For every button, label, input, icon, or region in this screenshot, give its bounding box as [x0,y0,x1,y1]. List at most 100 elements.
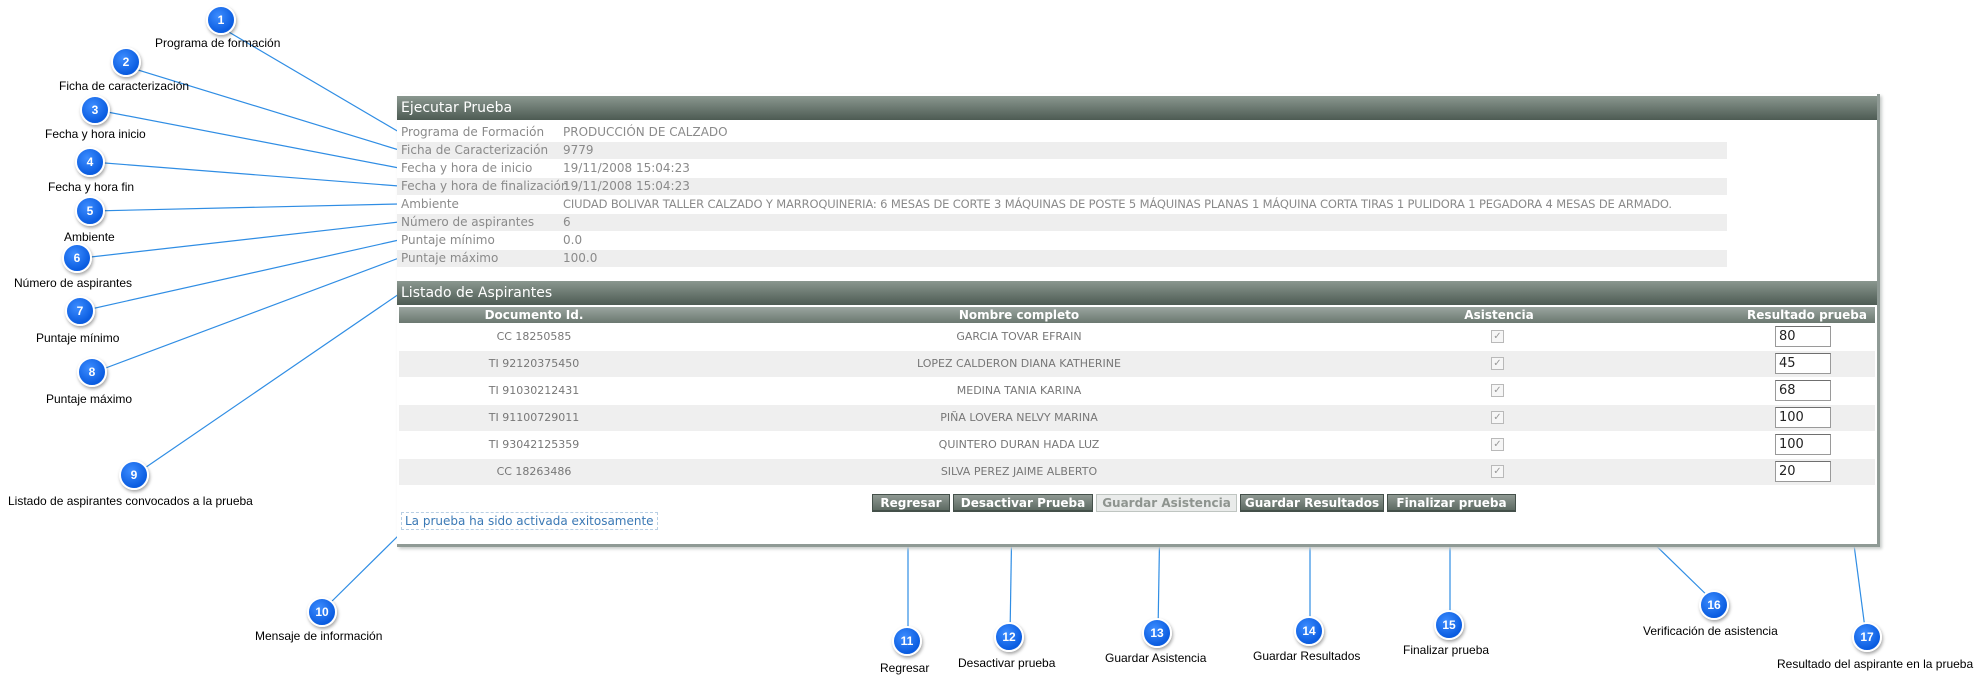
callout-badge-16: 16 [1699,590,1729,620]
info-row-fecha-fin: Fecha y hora de finalización 19/11/2008 … [397,178,1727,195]
info-value: 19/11/2008 15:04:23 [563,161,690,175]
callout-badge-3: 3 [80,95,110,125]
info-row-ficha: Ficha de Caracterización 9779 [397,142,1727,159]
ejecutar-prueba-panel: Ejecutar Prueba Programa de Formación PR… [397,94,1880,547]
save-results-button[interactable]: Guardar Resultados [1240,494,1384,512]
callout-badge-15: 15 [1434,610,1464,640]
callout-badge-1: 1 [206,5,236,35]
info-value: 9779 [563,143,594,157]
leader-line-5 [91,203,400,212]
table-row: TI 92120375450 LOPEZ CALDERON DIANA KATH… [399,351,1875,377]
callout-badge-12: 12 [994,622,1024,652]
callout-label-15: Finalizar prueba [1403,643,1490,657]
table-row: TI 91100729011 PIÑA LOVERA NELVY MARINA … [399,405,1875,431]
info-label: Ficha de Caracterización [401,143,549,157]
info-row-programa: Programa de Formación PRODUCCIÓN DE CALZ… [397,124,1727,141]
info-row-puntaje-minimo: Puntaje mínimo 0.0 [397,232,1727,249]
callout-label-1: Programa de formación [155,36,281,50]
callout-label-12: Desactivar prueba [958,656,1056,670]
score-input[interactable]: 20 [1775,461,1831,482]
score-input[interactable]: 68 [1775,380,1831,401]
column-header-documento: Documento Id. [484,308,584,322]
callout-badge-5: 5 [75,196,105,226]
column-header-nombre: Nombre completo [958,308,1080,322]
info-row-ambiente: Ambiente CIUDAD BOLIVAR TALLER CALZADO Y… [397,196,1727,213]
callout-label-11: Regresar [880,661,930,675]
info-label: Número de aspirantes [401,215,535,229]
leader-line-4 [91,161,400,187]
callout-label-2: Ficha de caracterización [59,79,190,93]
attendance-checkbox[interactable]: ✓ [1491,465,1504,478]
callout-badge-13: 13 [1142,618,1172,648]
callout-label-3: Fecha y hora inicio [45,127,146,141]
info-label: Ambiente [401,197,459,211]
callout-label-4: Fecha y hora fin [48,180,135,194]
callout-label-10: Mensaje de información [255,629,383,643]
info-row-numero-aspirantes: Número de aspirantes 6 [397,214,1727,231]
info-label: Fecha y hora de inicio [401,161,533,175]
callout-badge-7: 7 [65,296,95,326]
deactivate-test-button[interactable]: Desactivar Prueba [953,494,1093,512]
info-value: 6 [563,215,571,229]
table-row: CC 18263486 SILVA PEREZ JAIME ALBERTO ✓ … [399,459,1875,485]
info-label: Puntaje máximo [401,251,499,265]
name-cell: QUINTERO DURAN HADA LUZ [938,438,1100,451]
score-input[interactable]: 45 [1775,353,1831,374]
score-input[interactable]: 80 [1775,326,1831,347]
callout-label-8: Puntaje máximo [46,392,133,406]
info-label: Puntaje mínimo [401,233,495,247]
callout-label-14: Guardar Resultados [1253,649,1361,663]
score-input[interactable]: 100 [1775,434,1831,455]
table-row: TI 91030212431 MEDINA TANIA KARINA ✓ 68 [399,378,1875,404]
list-title: Listado de Aspirantes [397,281,1877,305]
finish-test-button[interactable]: Finalizar prueba [1387,494,1516,512]
doc-id-cell: CC 18263486 [496,465,572,478]
doc-id-cell: TI 91100729011 [488,411,580,424]
attendance-checkbox[interactable]: ✓ [1491,411,1504,424]
callout-label-5: Ambiente [64,230,115,244]
info-value: 19/11/2008 15:04:23 [563,179,690,193]
name-cell: PIÑA LOVERA NELVY MARINA [940,411,1098,424]
table-header: Documento Id. Nombre completo Asistencia… [399,307,1875,323]
attendance-checkbox[interactable]: ✓ [1491,384,1504,397]
leader-line-10 [321,531,403,612]
callout-label-17: Resultado del aspirante en la prueba [1777,657,1974,671]
callout-label-9: Listado de aspirantes convocados a la pr… [8,494,253,508]
callout-badge-2: 2 [111,47,141,77]
callout-label-13: Guardar Asistencia [1105,651,1207,665]
info-row-puntaje-maximo: Puntaje máximo 100.0 [397,250,1727,267]
leader-line-9 [135,293,400,475]
info-message: La prueba ha sido activada exitosamente [401,512,658,530]
callout-label-16: Verificación de asistencia [1643,624,1778,638]
attendance-checkbox[interactable]: ✓ [1491,438,1504,451]
doc-id-cell: TI 93042125359 [488,438,580,451]
info-label: Programa de Formación [401,125,545,139]
name-cell: GARCIA TOVAR EFRAIN [956,330,1082,343]
save-attendance-button[interactable]: Guardar Asistencia [1096,494,1237,512]
score-input[interactable]: 100 [1775,407,1831,428]
name-cell: SILVA PEREZ JAIME ALBERTO [940,465,1098,478]
name-cell: MEDINA TANIA KARINA [956,384,1082,397]
table-row: TI 93042125359 QUINTERO DURAN HADA LUZ ✓… [399,432,1875,458]
panel-title: Ejecutar Prueba [397,96,1877,120]
callout-badge-17: 17 [1852,622,1882,652]
callout-badge-14: 14 [1294,616,1324,646]
callout-badge-8: 8 [77,357,107,387]
callout-badge-9: 9 [119,460,149,490]
info-value: PRODUCCIÓN DE CALZADO [563,125,728,139]
info-value: 100.0 [563,251,598,265]
doc-id-cell: TI 92120375450 [488,357,580,370]
callout-label-7: Puntaje mínimo [36,331,120,345]
info-value: CIUDAD BOLIVAR TALLER CALZADO Y MARROQUI… [563,197,1672,211]
table-row: CC 18250585 GARCIA TOVAR EFRAIN ✓ 80 [399,324,1875,350]
info-label: Fecha y hora de finalización [401,179,569,193]
attendance-checkbox[interactable]: ✓ [1491,330,1504,343]
back-button[interactable]: Regresar [872,494,950,512]
doc-id-cell: TI 91030212431 [488,384,580,397]
attendance-checkbox[interactable]: ✓ [1491,357,1504,370]
callout-badge-11: 11 [892,626,922,656]
callout-badge-6: 6 [62,243,92,273]
callout-badge-10: 10 [307,597,337,627]
column-header-resultado: Resultado prueba [1747,308,1867,322]
info-row-fecha-inicio: Fecha y hora de inicio 19/11/2008 15:04:… [397,160,1727,177]
